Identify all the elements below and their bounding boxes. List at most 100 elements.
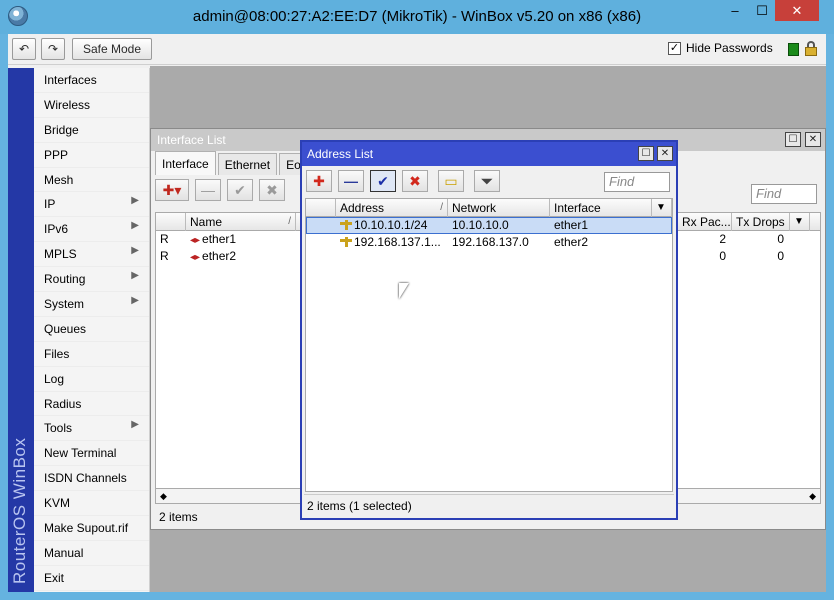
- submenu-arrow-icon: ▶: [131, 195, 139, 207]
- scroll-right-icon[interactable]: ◆: [809, 489, 816, 503]
- sidebar-item-mpls[interactable]: MPLS ▶: [34, 242, 149, 268]
- col-flag[interactable]: [156, 213, 186, 231]
- address-list-maximize-button[interactable]: ☐: [638, 146, 654, 161]
- connection-status-icon: [788, 43, 799, 56]
- scroll-left-icon[interactable]: ◆: [160, 489, 167, 503]
- column-menu-icon[interactable]: ▼: [652, 199, 672, 217]
- sidebar-item-make-supout[interactable]: Make Supout.rif: [34, 516, 149, 541]
- col-address[interactable]: Address /: [336, 199, 448, 217]
- undo-button[interactable]: ↶: [12, 38, 36, 60]
- ethernet-icon: ◂▸: [190, 235, 201, 246]
- col-interface[interactable]: Interface: [550, 199, 652, 217]
- comment-address-button[interactable]: ▭: [438, 170, 464, 192]
- interface-toolbar: ✚▾ — ✔ ✖: [155, 179, 285, 201]
- col-flag[interactable]: [306, 199, 336, 217]
- sidebar-item-radius[interactable]: Radius: [34, 392, 149, 417]
- submenu-arrow-icon: ▶: [131, 295, 139, 307]
- enable-address-button[interactable]: ✔: [370, 170, 396, 192]
- sidebar-item-new-terminal[interactable]: New Terminal: [34, 441, 149, 467]
- remove-interface-button[interactable]: —: [195, 179, 221, 201]
- sidebar-item-bridge[interactable]: Bridge: [34, 118, 149, 143]
- enable-icon: ✔: [234, 181, 246, 198]
- col-name[interactable]: Name /: [186, 213, 296, 231]
- col-rx-packets[interactable]: Rx Pac...: [678, 213, 732, 231]
- sidebar-item-manual[interactable]: Manual: [34, 541, 149, 566]
- interface-status-text: 2 items: [159, 510, 198, 524]
- interface-list-maximize-button[interactable]: ☐: [785, 132, 801, 147]
- sidebar-item-system[interactable]: System ▶: [34, 292, 149, 317]
- disable-interface-button[interactable]: ✖: [259, 179, 285, 201]
- hide-passwords-toggle[interactable]: ✓ Hide Passwords: [668, 41, 773, 55]
- submenu-arrow-icon: ▶: [131, 245, 139, 257]
- enable-interface-button[interactable]: ✔: [227, 179, 253, 201]
- lock-icon: [805, 41, 817, 57]
- submenu-arrow-icon: ▶: [131, 419, 139, 431]
- submenu-arrow-icon: ▶: [131, 270, 139, 282]
- submenu-arrow-icon: ▶: [131, 220, 139, 232]
- address-list-title: Address List: [302, 142, 676, 166]
- sort-icon: /: [440, 202, 443, 213]
- ip-address-icon: [340, 220, 352, 230]
- sidebar-item-isdn-channels[interactable]: ISDN Channels: [34, 466, 149, 492]
- sidebar-item-kvm[interactable]: KVM: [34, 491, 149, 517]
- check-icon: ✔: [377, 172, 389, 189]
- address-list-close-button[interactable]: ✕: [657, 146, 673, 161]
- address-list-window[interactable]: Address List ☐ ✕ ✚ — ✔ ✖ ▭ ⏷ Find Addres…: [300, 140, 678, 520]
- add-icon: ✚▾: [162, 181, 182, 198]
- add-interface-button[interactable]: ✚▾: [155, 179, 189, 201]
- col-tx-drops[interactable]: Tx Drops: [732, 213, 790, 231]
- close-button[interactable]: ✕: [775, 0, 819, 21]
- remove-icon: —: [201, 182, 215, 198]
- sidebar-item-ppp[interactable]: PPP: [34, 143, 149, 168]
- sidebar-item-routing[interactable]: Routing ▶: [34, 267, 149, 293]
- minimize-button[interactable]: –: [722, 0, 748, 21]
- filter-address-button[interactable]: ⏷: [474, 170, 500, 192]
- interface-find-input[interactable]: Find: [751, 184, 817, 204]
- window-titlebar[interactable]: admin@08:00:27:A2:EE:D7 (MikroTik) - Win…: [0, 0, 834, 34]
- brand-strip: RouterOS WinBox: [8, 68, 34, 592]
- sidebar-item-log[interactable]: Log: [34, 367, 149, 392]
- remove-icon: —: [344, 173, 358, 189]
- window-title: admin@08:00:27:A2:EE:D7 (MikroTik) - Win…: [192, 8, 642, 25]
- sidebar-item-ip[interactable]: IP ▶: [34, 192, 149, 218]
- address-table-header: Address / Network Interface ▼: [306, 199, 672, 217]
- filter-icon: ⏷: [481, 172, 493, 189]
- sidebar-item-interfaces[interactable]: Interfaces: [34, 68, 149, 93]
- table-row-selected[interactable]: 10.10.10.1/24 10.10.10.0 ether1: [306, 217, 672, 234]
- sidebar-item-ipv6[interactable]: IPv6 ▶: [34, 217, 149, 243]
- sort-icon: /: [288, 216, 291, 227]
- col-network[interactable]: Network: [448, 199, 550, 217]
- add-address-button[interactable]: ✚: [306, 170, 332, 192]
- redo-button[interactable]: ↷: [41, 38, 65, 60]
- tab-ethernet[interactable]: Ethernet: [217, 153, 278, 175]
- x-icon: ✖: [409, 172, 421, 189]
- disable-icon: ✖: [266, 181, 278, 198]
- address-find-input[interactable]: Find: [604, 172, 670, 192]
- comment-icon: ▭: [444, 172, 458, 189]
- sidebar-menu: Interfaces Wireless Bridge PPP Mesh IP ▶ …: [34, 68, 150, 592]
- safe-mode-button[interactable]: Safe Mode: [72, 38, 152, 60]
- tab-interface[interactable]: Interface: [155, 151, 216, 175]
- sidebar-item-queues[interactable]: Queues: [34, 317, 149, 342]
- main-toolbar: ↶ ↷ Safe Mode ✓ Hide Passwords: [8, 34, 826, 65]
- address-status-text: 2 items (1 selected): [304, 494, 674, 516]
- sidebar-item-mesh[interactable]: Mesh: [34, 168, 149, 193]
- brand-label: RouterOS WinBox: [10, 437, 29, 584]
- disable-address-button[interactable]: ✖: [402, 170, 428, 192]
- address-toolbar: ✚ — ✔ ✖ ▭ ⏷: [306, 170, 500, 192]
- sidebar-item-tools[interactable]: Tools ▶: [34, 416, 149, 442]
- sidebar-item-files[interactable]: Files: [34, 342, 149, 367]
- interface-list-close-button[interactable]: ✕: [805, 132, 821, 147]
- sidebar-item-wireless[interactable]: Wireless: [34, 93, 149, 118]
- column-menu-icon[interactable]: ▼: [790, 213, 810, 231]
- hide-passwords-checkbox[interactable]: ✓: [668, 41, 681, 55]
- sidebar: RouterOS WinBox Interfaces Wireless Brid…: [8, 68, 150, 592]
- sidebar-item-exit[interactable]: Exit: [34, 566, 149, 591]
- table-row[interactable]: 192.168.137.1... 192.168.137.0 ether2: [306, 234, 672, 251]
- add-icon: ✚: [313, 172, 325, 189]
- redo-icon: ↷: [47, 42, 59, 56]
- interface-tabs: Interface Ethernet Eo: [155, 151, 310, 175]
- hide-passwords-label: Hide Passwords: [686, 41, 773, 55]
- maximize-button[interactable]: ☐: [749, 0, 775, 21]
- remove-address-button[interactable]: —: [338, 170, 364, 192]
